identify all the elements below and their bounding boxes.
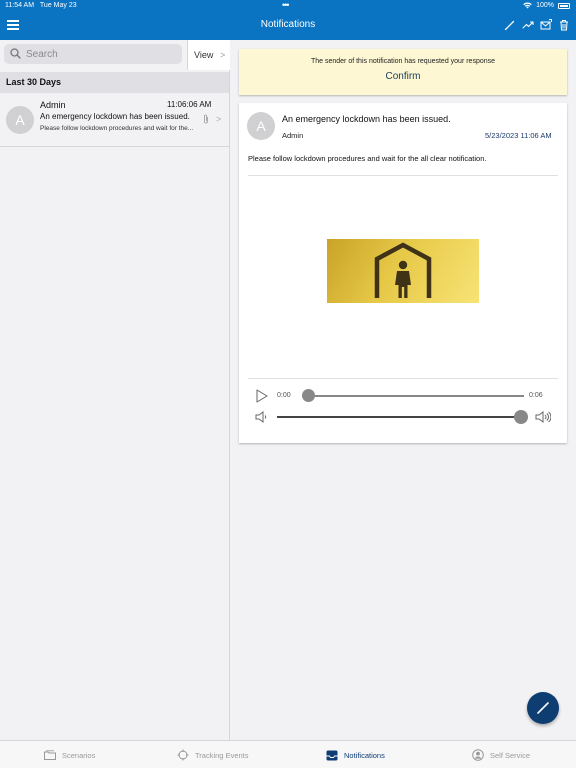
tab-label: Self Service (490, 750, 531, 760)
lockdown-image (327, 239, 479, 303)
location-icon (177, 749, 189, 761)
wifi-icon (523, 2, 532, 9)
list-item[interactable]: A Admin 11:06:06 AM An emergency lockdow… (0, 93, 229, 147)
play-icon[interactable] (255, 389, 269, 403)
item-time: 11:06:06 AM (167, 100, 212, 109)
folder-icon (44, 750, 56, 760)
tab-tracking-events[interactable]: Tracking Events (177, 748, 249, 762)
status-right: 100% (523, 2, 570, 9)
avatar: A (6, 106, 34, 134)
search-icon (10, 48, 21, 59)
paperclip-icon (204, 114, 208, 124)
audio-total-time: 0:06 (529, 392, 543, 399)
trash-icon[interactable] (557, 18, 570, 32)
page-title: Notifications (260, 19, 316, 30)
volume-thumb[interactable] (514, 410, 528, 424)
detail-sender: Admin (282, 131, 304, 140)
shelter-person-icon (374, 242, 432, 298)
volume-high-icon[interactable] (535, 410, 551, 424)
divider (248, 175, 558, 176)
confirm-button[interactable]: Confirm (239, 71, 567, 82)
tab-label: Scenarios (62, 750, 96, 760)
response-request-text: The sender of this notification has requ… (310, 58, 496, 65)
audio-seek-track[interactable] (302, 395, 524, 397)
section-header: Last 30 Days (0, 72, 229, 93)
battery-icon (558, 2, 570, 9)
audio-seek-thumb[interactable] (302, 389, 315, 402)
item-sender: Admin (40, 100, 66, 110)
notification-detail-pane: The sender of this notification has requ… (231, 40, 576, 740)
nav-actions (503, 18, 570, 32)
search-input[interactable]: Search (4, 44, 182, 64)
pencil-icon[interactable] (503, 18, 516, 32)
multitasking-dots[interactable]: ••• (282, 0, 290, 10)
detail-body: Please follow lockdown procedures and wa… (248, 154, 487, 163)
tab-scenarios[interactable]: Scenarios (44, 748, 95, 762)
tab-label: Tracking Events (195, 750, 249, 760)
notification-detail-card: A An emergency lockdown has been issued.… (239, 103, 567, 443)
nav-bar: Notifications (0, 12, 576, 40)
mail-icon[interactable] (539, 18, 552, 32)
item-subject: An emergency lockdown has been issued. (40, 112, 190, 121)
status-time: 11:54 AM Tue May 23 (5, 2, 77, 9)
chevron-right-icon: > (220, 50, 226, 60)
divider (248, 378, 558, 379)
chevron-right-icon: > (216, 114, 222, 124)
battery-percent: 100% (536, 2, 554, 9)
detail-date: 5/23/2023 11:06 AM (485, 131, 552, 140)
search-row: Search View > (4, 40, 230, 70)
inbox-icon (326, 750, 338, 760)
person-icon (472, 749, 484, 761)
tab-label: Notifications (344, 750, 385, 760)
compose-button[interactable] (527, 692, 559, 724)
volume-low-icon[interactable] (255, 410, 269, 424)
search-placeholder: Search (26, 49, 58, 60)
avatar: A (247, 112, 275, 140)
item-preview: Please follow lockdown procedures and wa… (40, 125, 194, 132)
audio-player: 0:00 0:06 (255, 389, 555, 403)
status-bar: 11:54 AM Tue May 23 ••• 100% (0, 0, 576, 12)
pencil-icon (537, 702, 549, 714)
audio-current-time: 0:00 (277, 392, 291, 399)
detail-subject: An emergency lockdown has been issued. (282, 114, 451, 124)
notification-list-pane: Search View > Last 30 Days A Admin 11:06… (0, 40, 230, 740)
response-request-banner: The sender of this notification has requ… (239, 49, 567, 95)
view-label: View (194, 50, 214, 60)
trend-icon[interactable] (521, 18, 534, 32)
view-button[interactable]: View > (187, 40, 230, 70)
tab-self-service[interactable]: Self Service (472, 748, 530, 762)
tab-notifications[interactable]: Notifications (326, 748, 385, 762)
tab-bar: Scenarios Tracking Events Notifications … (0, 740, 576, 768)
volume-track[interactable] (277, 416, 523, 418)
volume-control (255, 410, 555, 424)
